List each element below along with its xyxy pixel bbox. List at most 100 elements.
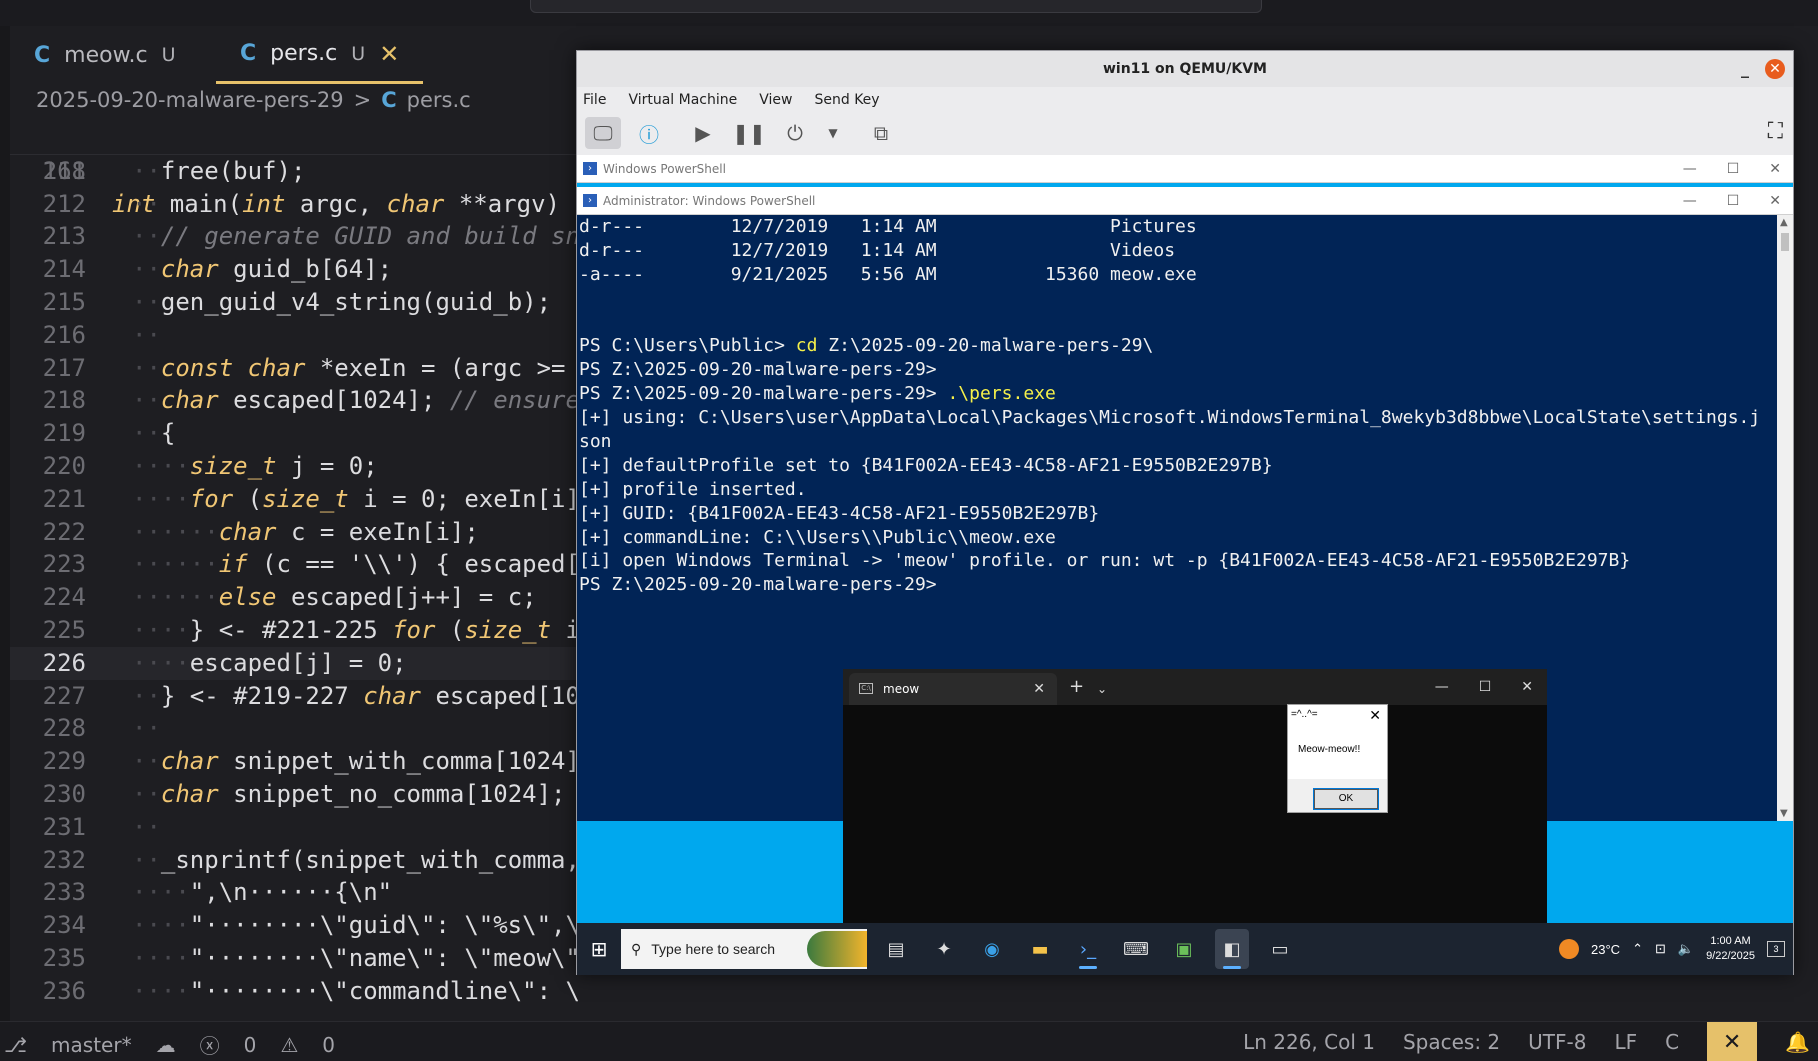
close-icon[interactable]: ✕ bbox=[1769, 187, 1781, 215]
warning-count[interactable]: 0 bbox=[322, 1033, 335, 1057]
maximize-icon[interactable]: ☐ bbox=[1727, 187, 1740, 215]
code-editor[interactable]: 168 int main(int argc, char **argv) 211 ·… bbox=[10, 122, 578, 1019]
code-line[interactable]: 222 ······char c = exeIn[i]; bbox=[10, 516, 578, 549]
snapshot-icon[interactable]: ⧉ bbox=[863, 117, 899, 149]
code-line[interactable]: 216 ·· bbox=[10, 319, 578, 352]
code-line[interactable]: 228 ·· bbox=[10, 712, 578, 745]
code-line[interactable]: 226 ····escaped[j] = 0; bbox=[10, 646, 578, 680]
remote-icon[interactable]: ✕ bbox=[1707, 1022, 1758, 1061]
scroll-down-icon[interactable]: ▼ bbox=[1780, 808, 1788, 819]
fullscreen-icon[interactable]: ⛶ bbox=[1768, 119, 1783, 144]
close-tab-icon[interactable]: ✕ bbox=[379, 40, 399, 68]
close-tab-icon[interactable]: ✕ bbox=[1033, 673, 1045, 705]
language-mode[interactable]: C bbox=[1665, 1030, 1679, 1054]
start-icon[interactable]: ⊞ bbox=[577, 937, 621, 961]
code-line[interactable]: 215 ··gen_guid_v4_string(guid_b); bbox=[10, 286, 578, 319]
tab-pers-c[interactable]: C pers.c U ✕ bbox=[216, 26, 424, 84]
powershell-taskbar-icon[interactable]: ›_ bbox=[1071, 929, 1105, 969]
scroll-up-icon[interactable]: ▲ bbox=[1780, 217, 1788, 228]
close-icon[interactable]: ✕ bbox=[1765, 59, 1785, 79]
breadcrumb-folder[interactable]: 2025-09-20-malware-pers-29 bbox=[36, 88, 344, 112]
git-branch[interactable]: master* bbox=[51, 1033, 132, 1057]
weather-icon[interactable] bbox=[1559, 939, 1580, 959]
run-icon[interactable]: ▶ bbox=[685, 117, 721, 149]
notification-icon[interactable]: 3 bbox=[1767, 941, 1785, 957]
minimize-icon[interactable]: — bbox=[1683, 155, 1697, 183]
tab-meow-c[interactable]: C meow.c U bbox=[10, 26, 200, 84]
code-line[interactable]: 221 ····for (size_t i = 0; exeIn[i] bbox=[10, 483, 578, 516]
vm-titlebar[interactable]: win11 on QEMU/KVM _ ✕ bbox=[577, 51, 1793, 87]
error-count[interactable]: 0 bbox=[244, 1033, 257, 1057]
windows-terminal-taskbar-icon[interactable]: ▭ bbox=[1263, 929, 1297, 969]
ok-button[interactable]: OK bbox=[1313, 788, 1379, 810]
code-line[interactable]: 233 ····",\n······{\n" bbox=[10, 876, 578, 909]
copilot-icon[interactable]: ✦ bbox=[927, 929, 961, 969]
menu-view[interactable]: View bbox=[759, 87, 792, 113]
sync-icon[interactable]: ☁ bbox=[156, 1033, 176, 1057]
guest-display[interactable]: › Windows PowerShell — ☐ ✕ › Administrator… bbox=[577, 155, 1793, 975]
code-line[interactable]: 219 ··{ bbox=[10, 417, 578, 450]
menu-send-key[interactable]: Send Key bbox=[814, 87, 879, 113]
code-line[interactable]: 223 ······if (c == '\\') { escaped[ bbox=[10, 548, 578, 581]
code-line[interactable]: 229 ··char snippet_with_comma[1024] bbox=[10, 745, 578, 778]
close-icon[interactable]: ✕ bbox=[1521, 669, 1533, 705]
chevron-down-icon[interactable]: ⌄ bbox=[1097, 675, 1107, 703]
new-tab-icon[interactable]: + bbox=[1069, 673, 1084, 701]
maximize-icon[interactable]: ☐ bbox=[1479, 669, 1492, 705]
sticky-scroll-line[interactable]: 168 int main(int argc, char **argv) bbox=[10, 122, 578, 218]
code-line[interactable]: 225 ····} <- #221-225 for (size_t i bbox=[10, 614, 578, 647]
minimize-icon[interactable]: _ bbox=[1741, 51, 1749, 87]
minimize-icon[interactable]: — bbox=[1435, 669, 1449, 705]
taskbar-clock[interactable]: 1:00 AM 9/22/2025 bbox=[1706, 934, 1755, 964]
file-explorer-icon[interactable]: ▬ bbox=[1023, 929, 1057, 969]
volume-icon[interactable]: 🔈 bbox=[1678, 941, 1694, 957]
close-icon[interactable]: ✕ bbox=[1369, 705, 1381, 725]
code-line[interactable]: 220 ····size_t j = 0; bbox=[10, 450, 578, 483]
notepad-icon[interactable]: ▣ bbox=[1167, 929, 1201, 969]
console-icon[interactable]: 🖵 bbox=[585, 117, 621, 149]
code-line[interactable]: 218 ··char escaped[1024]; // ensure bbox=[10, 384, 578, 417]
menu-virtual-machine[interactable]: Virtual Machine bbox=[628, 87, 737, 113]
code-line[interactable]: 235 ····"········\"name\": \"meow\" bbox=[10, 942, 578, 975]
code-line[interactable]: 231 ·· bbox=[10, 811, 578, 844]
line-ending[interactable]: LF bbox=[1614, 1030, 1637, 1054]
code-line[interactable]: 230 ··char snippet_no_comma[1024]; bbox=[10, 778, 578, 811]
details-icon[interactable]: ⓘ bbox=[631, 117, 667, 149]
chevron-up-icon[interactable]: ⌃ bbox=[1632, 941, 1643, 957]
bell-icon[interactable]: 🔔 bbox=[1785, 1030, 1818, 1054]
encoding[interactable]: UTF-8 bbox=[1528, 1030, 1586, 1054]
code-line[interactable]: 214 ··char guid_b[64]; bbox=[10, 253, 578, 286]
code-line[interactable]: 211 ··free(buf); bbox=[10, 155, 578, 188]
taskbar-search[interactable]: ⚲ Type here to search bbox=[621, 929, 867, 969]
code-line[interactable]: 217 ··const char *exeIn = (argc >= bbox=[10, 352, 578, 385]
power-icon[interactable]: ⏻ bbox=[777, 117, 813, 149]
powershell-titlebar[interactable]: › Administrator: Windows PowerShell — ☐ ✕ bbox=[577, 187, 1793, 215]
terminal-tab-meow[interactable]: C:\ meow ✕ bbox=[849, 673, 1057, 705]
edge-icon[interactable]: ◉ bbox=[975, 929, 1009, 969]
close-icon[interactable]: ✕ bbox=[1769, 155, 1781, 183]
command-center[interactable] bbox=[530, 0, 1262, 13]
task-view-icon[interactable]: ▤ bbox=[879, 929, 913, 969]
breadcrumb-file[interactable]: pers.c bbox=[407, 88, 471, 112]
indentation[interactable]: Spaces: 2 bbox=[1403, 1030, 1500, 1054]
powershell-bg-titlebar[interactable]: › Windows PowerShell — ☐ ✕ bbox=[577, 155, 1793, 183]
maximize-icon[interactable]: ☐ bbox=[1727, 155, 1740, 183]
code-line[interactable]: 213 ··// generate GUID and build sn bbox=[10, 220, 578, 253]
code-line[interactable]: 232 ··_snprintf(snippet_with_comma, bbox=[10, 844, 578, 877]
code-line[interactable]: 212 ·· bbox=[10, 188, 578, 221]
code-line[interactable]: 227 ··} <- #219-227 char escaped[10 bbox=[10, 680, 578, 713]
menu-file[interactable]: File bbox=[583, 87, 606, 113]
power-dropdown-icon[interactable]: ▼ bbox=[823, 117, 843, 149]
code-line[interactable]: 236 ····"········\"commandline\": \ bbox=[10, 975, 578, 1008]
terminal-taskbar-icon[interactable]: ⌨ bbox=[1119, 929, 1153, 969]
code-line[interactable]: 224 ······else escaped[j++] = c; bbox=[10, 581, 578, 614]
cursor-position[interactable]: Ln 226, Col 1 bbox=[1243, 1030, 1375, 1054]
scroll-thumb[interactable] bbox=[1781, 233, 1789, 251]
pause-icon[interactable]: ❚❚ bbox=[731, 117, 767, 149]
network-icon[interactable]: ⊡ bbox=[1655, 941, 1666, 957]
minimize-icon[interactable]: — bbox=[1683, 187, 1697, 215]
console-scrollbar[interactable]: ▲ ▼ bbox=[1777, 215, 1793, 821]
code-line[interactable]: 234 ····"········\"guid\": \"%s\",\ bbox=[10, 909, 578, 942]
weather-temp[interactable]: 23°C bbox=[1591, 942, 1620, 957]
app-window-icon[interactable]: ◧ bbox=[1215, 929, 1249, 969]
